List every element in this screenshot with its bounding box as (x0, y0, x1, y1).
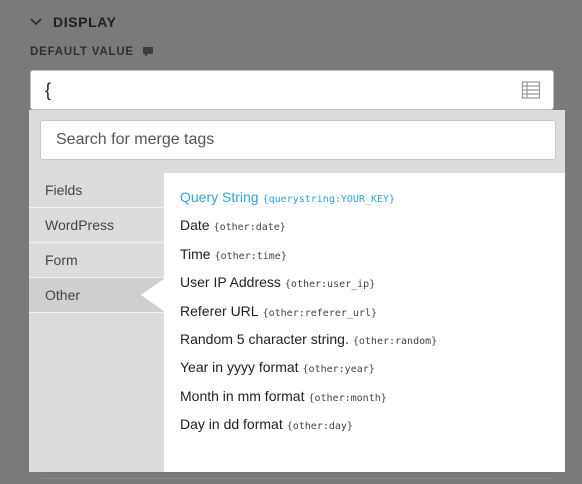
merge-tag-code: {other:year} (302, 364, 375, 376)
merge-tag-name: Random 5 character string. (180, 330, 349, 347)
default-value-input[interactable]: { (30, 70, 554, 110)
merge-tag-name: Referer URL (180, 302, 259, 319)
merge-tags-panel: Fields WordPress Form Other Query String… (29, 110, 565, 472)
category-fields[interactable]: Fields (29, 173, 164, 208)
merge-tag-year[interactable]: Year in yyyy format {other:year} (164, 357, 565, 385)
chevron-down-icon[interactable] (28, 14, 44, 30)
merge-tag-name: Date (180, 217, 210, 234)
merge-tag-name: Query String (180, 189, 259, 205)
merge-tag-list: Query String {querystring:YOUR_KEY} Date{… (164, 173, 565, 443)
merge-tag-time[interactable]: Time {other:time} (164, 244, 565, 272)
merge-tag-month[interactable]: Month in mm format {other:month} (164, 386, 565, 414)
default-value-label-row: DEFAULT VALUE (30, 44, 154, 60)
merge-tag-code: {querystring:YOUR_KEY} (262, 194, 396, 205)
merge-tag-name: Month in mm format (180, 387, 305, 404)
section-title: DISPLAY (53, 14, 117, 30)
merge-tag-search-input[interactable] (40, 120, 556, 160)
merge-tag-code: {other:day} (286, 421, 353, 433)
merge-tag-name: Day in dd format (180, 416, 283, 433)
merge-tag-day[interactable]: Day in dd format {other:day} (164, 414, 565, 442)
section-header[interactable]: DISPLAY (28, 12, 117, 32)
category-wordpress[interactable]: WordPress (29, 208, 164, 243)
merge-tag-code: {other:random} (352, 335, 438, 347)
merge-tag-code: {other:date} (213, 222, 286, 234)
merge-tag-name: Time (180, 245, 211, 262)
merge-tag-referer-url[interactable]: Referer URL {other:referer_url} (164, 301, 565, 329)
merge-tag-code: {other:referer_url} (262, 307, 377, 319)
default-value-label: DEFAULT VALUE (30, 46, 134, 58)
merge-tag-pane: Query String {querystring:YOUR_KEY} Date{… (164, 173, 565, 472)
speech-bubble-icon[interactable] (142, 46, 154, 58)
category-other[interactable]: Other (29, 278, 164, 313)
merge-tag-user-ip[interactable]: User IP Address {other:user_ip} (164, 272, 565, 300)
merge-tag-code: {other:month} (308, 392, 387, 404)
default-value-text[interactable]: { (45, 80, 51, 101)
merge-tag-code: {other:time} (214, 250, 287, 262)
merge-tag-category-list: Fields WordPress Form Other (29, 173, 164, 313)
merge-tag-date[interactable]: Date {other:date} (164, 215, 565, 243)
merge-tag-random[interactable]: Random 5 character string. {other:random} (164, 329, 565, 357)
list-icon[interactable] (521, 80, 541, 100)
category-form[interactable]: Form (29, 243, 164, 278)
merge-tag-name: Year in yyyy format (180, 359, 299, 376)
merge-tag-query-string[interactable]: Query String {querystring:YOUR_KEY} (164, 187, 565, 215)
underlying-field-edge (42, 478, 552, 484)
merge-tag-code: {other:user_ip} (284, 279, 376, 291)
merge-tag-name: User IP Address (180, 274, 281, 291)
